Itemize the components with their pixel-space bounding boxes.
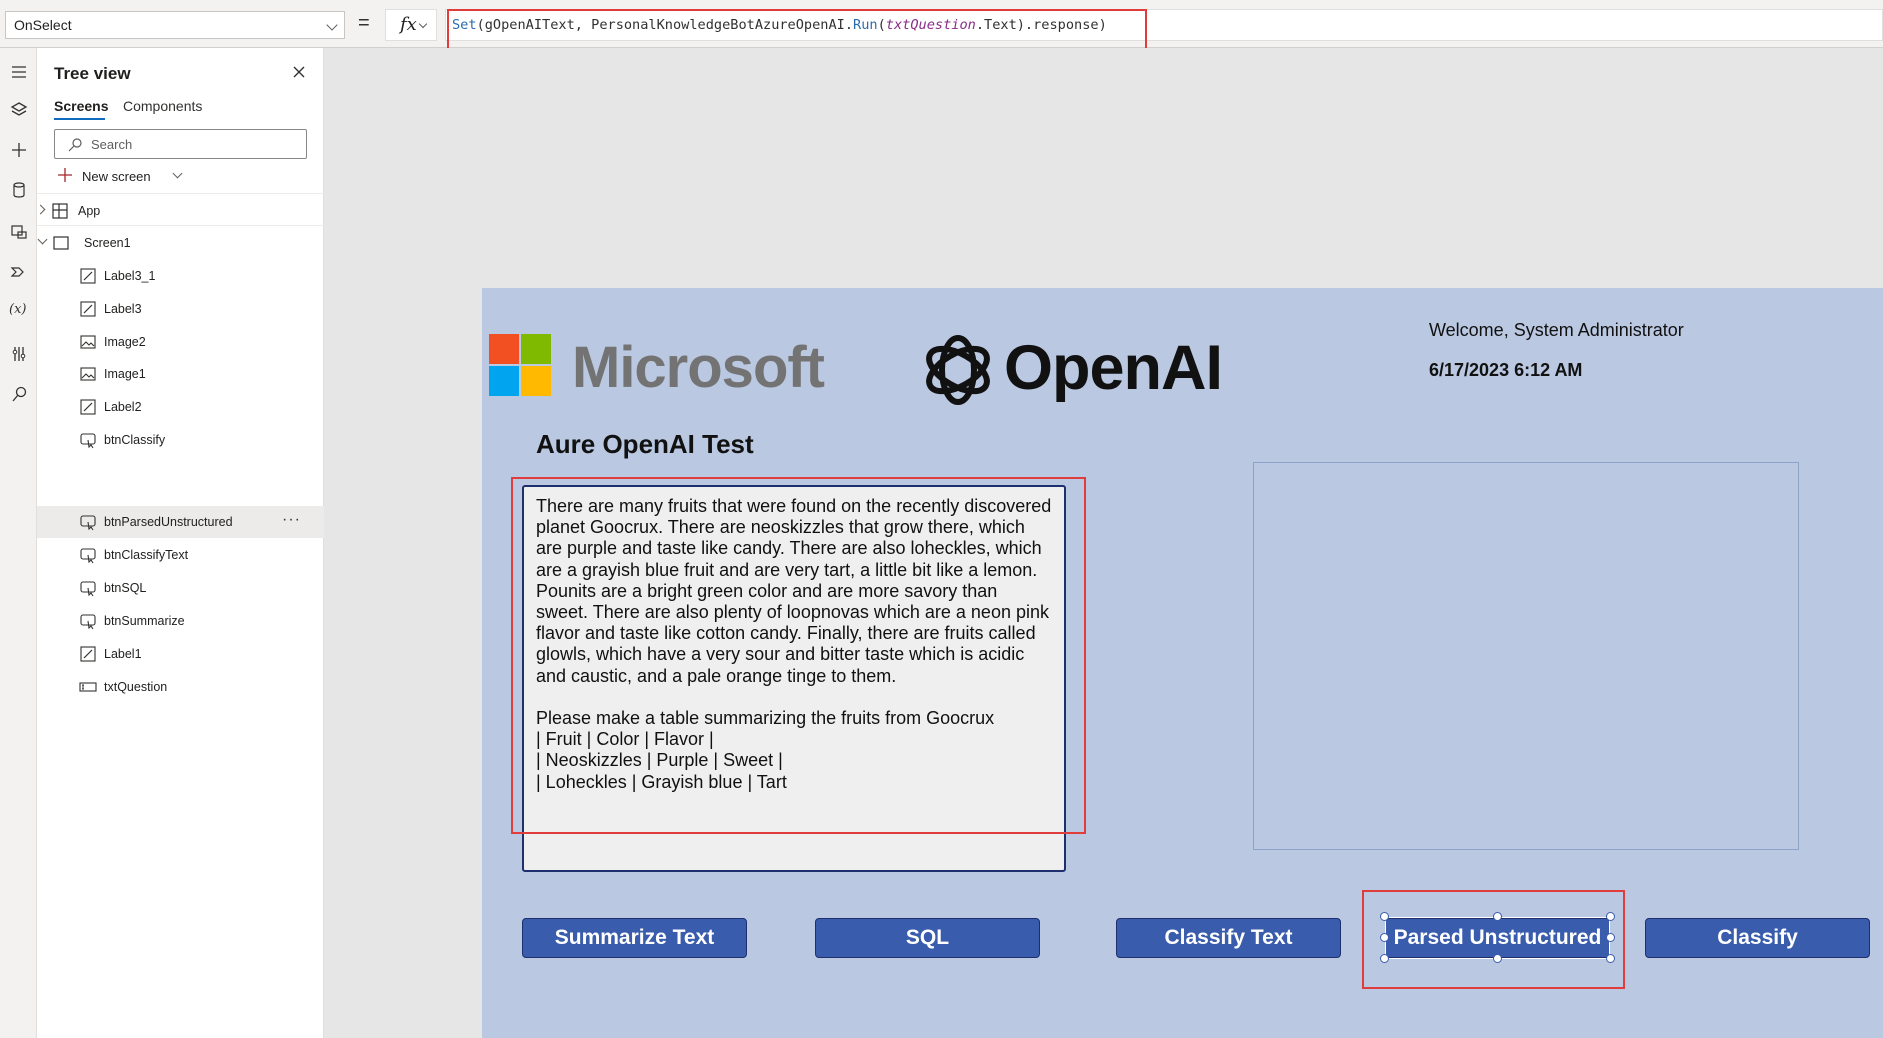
tree-item-label: Image2 xyxy=(104,335,146,349)
tree-item-btnparsedunstructured[interactable]: btnParsedUnstructured ··· xyxy=(37,506,324,538)
data-cylinder-icon[interactable] xyxy=(9,180,29,200)
tree-item-label2[interactable]: Label2 xyxy=(37,391,324,423)
microsoft-logo-yellow-square xyxy=(521,366,551,396)
welcome-label: Welcome, System Administrator xyxy=(1429,320,1684,340)
button-icon xyxy=(80,548,96,564)
button-icon xyxy=(80,515,96,531)
tree-item-label: Label2 xyxy=(104,400,142,414)
close-icon[interactable] xyxy=(289,62,309,82)
divider xyxy=(37,193,324,194)
microsoft-logo-red-square xyxy=(489,334,519,364)
tree-item-label1[interactable]: Label1 xyxy=(37,638,324,670)
button-icon xyxy=(80,433,96,449)
variables-icon[interactable]: (x) xyxy=(9,302,29,322)
textinput-icon xyxy=(79,682,97,692)
response-label xyxy=(1253,462,1799,850)
app-screen[interactable]: Microsoft OpenAI Welcome, System Adminis… xyxy=(482,288,1883,1038)
tree-item-label: txtQuestion xyxy=(104,680,168,694)
tree-item-screen1[interactable]: Screen1 xyxy=(37,227,324,259)
screen-icon xyxy=(53,236,69,250)
plus-icon xyxy=(58,168,72,182)
media-icon[interactable] xyxy=(9,222,29,242)
layers-icon[interactable] xyxy=(9,100,29,120)
tree-item-image2[interactable]: Image2 xyxy=(37,326,324,358)
tree-item-label: Screen1 xyxy=(84,236,131,250)
tree-item-btnclassify[interactable]: btnClassify xyxy=(37,424,324,456)
microsoft-logo-green-square xyxy=(521,334,551,364)
openai-logo-text: OpenAI xyxy=(1004,333,1223,403)
page-title: Aure OpenAI Test xyxy=(536,429,754,459)
tree-item-btnclassifytext[interactable]: btnClassifyText xyxy=(37,539,324,571)
advanced-tools-icon[interactable] xyxy=(9,344,29,364)
tree-item-label3-1[interactable]: Label3_1 xyxy=(37,260,324,292)
tree-item-label: btnSummarize xyxy=(104,614,185,628)
chevron-down-icon xyxy=(172,168,183,179)
tree-item-image1[interactable]: Image1 xyxy=(37,358,324,390)
microsoft-logo-blue-square xyxy=(489,366,519,396)
chevron-down-icon[interactable] xyxy=(37,234,48,245)
classify-text-button[interactable]: Classify Text xyxy=(1116,918,1341,958)
chevron-right-icon[interactable] xyxy=(35,204,46,215)
tree-item-txtquestion[interactable]: txtQuestion xyxy=(37,671,324,703)
tree-item-label: Image1 xyxy=(104,367,146,381)
label-icon xyxy=(80,268,96,284)
tree-item-label: btnClassify xyxy=(104,433,166,447)
label-icon xyxy=(80,646,96,662)
search-input[interactable] xyxy=(91,130,291,158)
image-icon xyxy=(80,335,96,349)
label-icon xyxy=(80,301,96,317)
chevron-down-icon xyxy=(418,19,428,29)
image-icon xyxy=(80,367,96,381)
openai-knot-icon xyxy=(926,335,990,405)
tree-item-label: btnClassifyText xyxy=(104,548,189,562)
tree-item-label: Label3 xyxy=(104,302,142,316)
microsoft-logo-text: Microsoft xyxy=(572,335,825,400)
parsed-button-highlight-box xyxy=(1362,890,1625,989)
tree-search-box xyxy=(54,129,307,159)
tree-item-label: btnParsedUnstructured xyxy=(104,515,233,529)
power-automate-icon[interactable] xyxy=(9,262,29,282)
tree-item-app[interactable]: App xyxy=(35,195,324,227)
insert-plus-icon[interactable] xyxy=(9,140,29,160)
tree-item-label: App xyxy=(78,204,101,218)
search-icon xyxy=(68,138,82,152)
more-options-icon[interactable]: ··· xyxy=(282,511,301,529)
tree-view-title: Tree view xyxy=(54,64,131,83)
classify-button[interactable]: Classify xyxy=(1645,918,1870,958)
divider xyxy=(37,225,324,226)
tree-item-btnsummarize[interactable]: btnSummarize xyxy=(37,605,324,637)
search-icon[interactable] xyxy=(9,384,29,404)
question-highlight-box xyxy=(511,477,1086,834)
button-icon xyxy=(80,581,96,597)
tree-view-panel: Tree view Screens Components New screen … xyxy=(35,48,324,1038)
left-rail: (x) xyxy=(0,48,37,1038)
tree-item-label3[interactable]: Label3 xyxy=(37,293,324,325)
tree-item-label: Label1 xyxy=(104,647,142,661)
chevron-down-icon xyxy=(326,19,338,31)
button-icon xyxy=(80,614,96,630)
new-screen-label: New screen xyxy=(82,169,151,184)
microsoft-logo[interactable]: Microsoft xyxy=(487,332,825,402)
property-dropdown-value: OnSelect xyxy=(14,17,72,33)
app-icon xyxy=(52,203,68,219)
tab-components[interactable]: Components xyxy=(123,98,202,114)
property-dropdown[interactable]: OnSelect xyxy=(5,11,345,39)
tree-item-label: btnSQL xyxy=(104,581,147,595)
sql-button[interactable]: SQL xyxy=(815,918,1040,958)
active-tab-indicator xyxy=(54,118,105,120)
tab-screens[interactable]: Screens xyxy=(54,98,108,114)
summarize-text-button[interactable]: Summarize Text xyxy=(522,918,747,958)
datetime-label: 6/17/2023 6:12 AM xyxy=(1429,360,1583,380)
label-icon xyxy=(80,399,96,415)
tree-item-label: Label3_1 xyxy=(104,269,156,283)
openai-logo[interactable]: OpenAI xyxy=(918,330,1238,410)
hamburger-menu-icon[interactable] xyxy=(9,62,29,82)
tree-item-btnsql[interactable]: btnSQL xyxy=(37,572,324,604)
fx-label: fx xyxy=(400,14,417,35)
fx-button[interactable]: fx xyxy=(385,9,437,41)
formula-bar: OnSelect = fx Set(gOpenAIText, PersonalK… xyxy=(0,0,1883,64)
equals-sign: = xyxy=(358,12,370,34)
